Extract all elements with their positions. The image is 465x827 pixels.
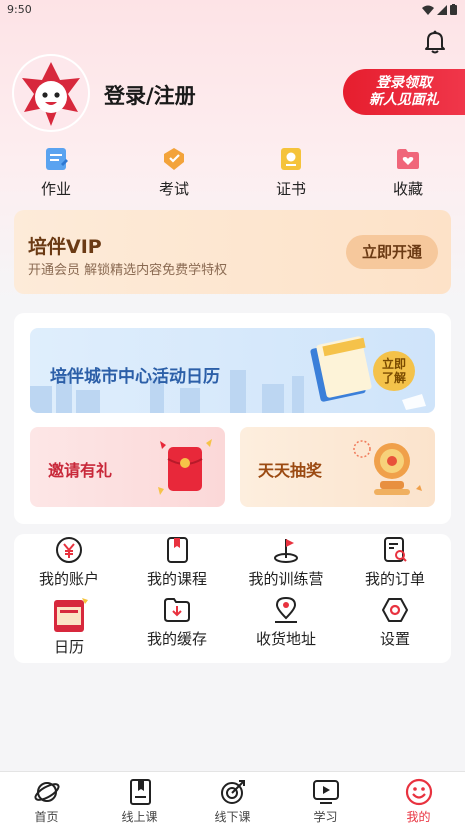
quick-favorite-label: 收藏 <box>392 180 423 198</box>
quick-exam[interactable]: 考试 <box>139 146 209 199</box>
menu-shipping-address[interactable]: 收货地址 <box>236 596 336 649</box>
quick-exam-label: 考试 <box>158 180 189 198</box>
tab-study[interactable]: 学习 <box>279 778 372 825</box>
tab-study-label: 学习 <box>313 810 338 824</box>
tab-home[interactable]: 首页 <box>0 778 93 825</box>
login-register-link[interactable]: 登录/注册 <box>104 80 196 110</box>
battery-icon <box>450 4 457 15</box>
tab-mine-label: 我的 <box>406 810 431 824</box>
invite-reward-label: 邀请有礼 <box>48 461 113 480</box>
lottery-wheel-icon <box>353 440 422 495</box>
learn-more-line-1: 立即 <box>381 357 406 371</box>
menu-calendar[interactable]: 日历 <box>19 596 119 657</box>
favorite-icon <box>397 149 419 169</box>
smiley-profile-icon <box>405 778 432 806</box>
location-icon <box>275 596 297 623</box>
tab-offline-courses-label: 线下课 <box>214 810 251 824</box>
menu-my-account[interactable]: 我的账户 <box>19 536 119 589</box>
menu-settings[interactable]: 设置 <box>345 596 445 649</box>
learn-more-badge[interactable]: 立即 了解 <box>373 351 415 391</box>
vip-activate-button[interactable]: 立即开通 <box>346 235 438 269</box>
camp-flag-icon <box>274 539 298 563</box>
status-time: 9:50 <box>7 3 32 16</box>
home-planet-icon <box>33 782 60 802</box>
menu-my-account-label: 我的账户 <box>38 570 99 588</box>
tab-online-courses[interactable]: 线上课 <box>93 778 186 825</box>
daily-lottery-label: 天天抽奖 <box>258 461 323 480</box>
order-search-icon <box>384 537 407 562</box>
tab-home-label: 首页 <box>34 810 59 824</box>
menu-my-downloads-label: 我的缓存 <box>146 630 207 648</box>
menu-my-orders[interactable]: 我的订单 <box>345 536 445 589</box>
vip-title: 培伴VIP <box>28 236 102 258</box>
vip-subtitle: 开通会员 解锁精选内容免费学特权 <box>28 263 228 278</box>
quick-certificate-label: 证书 <box>275 180 306 198</box>
online-course-icon <box>129 779 151 805</box>
quick-homework-label: 作业 <box>40 180 71 198</box>
daily-lottery-card[interactable]: 天天抽奖 <box>240 427 435 507</box>
menu-my-orders-label: 我的订单 <box>364 570 425 588</box>
wifi-icon <box>422 5 434 15</box>
menu-my-courses[interactable]: 我的课程 <box>127 536 227 589</box>
download-folder-icon <box>164 598 190 622</box>
my-services-panel: 我的账户 我的课程 我的训练营 我的订单 日历 我的缓存 收货地址 设置 <box>14 534 451 663</box>
menu-my-camp[interactable]: 我的训练营 <box>236 536 336 589</box>
mascot-avatar-icon <box>14 56 88 130</box>
activity-calendar-banner[interactable]: 培伴城市中心活动日历 立即 了解 <box>30 328 435 413</box>
exam-icon <box>164 148 184 170</box>
menu-calendar-label: 日历 <box>53 638 84 656</box>
learn-more-line-2: 了解 <box>381 371 406 385</box>
menu-shipping-address-label: 收货地址 <box>255 630 316 648</box>
promo-line-1: 登录领取 <box>376 75 432 91</box>
status-icons <box>422 4 457 15</box>
offline-target-icon <box>220 780 245 804</box>
notification-bell-icon[interactable] <box>424 30 446 54</box>
quick-favorite[interactable]: 收藏 <box>373 146 443 199</box>
invite-reward-card[interactable]: 邀请有礼 <box>30 427 225 507</box>
menu-settings-label: 设置 <box>379 630 410 648</box>
activity-calendar-title: 培伴城市中心活动日历 <box>50 367 220 387</box>
play-video-icon <box>312 780 339 804</box>
promo-line-2: 新人见面礼 <box>369 92 439 108</box>
course-book-icon <box>167 537 188 563</box>
new-user-gift-banner[interactable]: 登录领取 新人见面礼 <box>343 69 465 115</box>
quick-homework[interactable]: 作业 <box>21 146 91 199</box>
tab-offline-courses[interactable]: 线下课 <box>186 778 279 825</box>
menu-my-camp-label: 我的训练营 <box>248 570 324 588</box>
menu-my-downloads[interactable]: 我的缓存 <box>127 596 227 649</box>
tab-online-courses-label: 线上课 <box>121 810 158 824</box>
signal-icon <box>437 4 447 15</box>
avatar[interactable] <box>14 56 88 130</box>
wallet-icon <box>56 537 82 563</box>
menu-my-courses-label: 我的课程 <box>146 570 207 588</box>
bottom-tab-bar: 首页 线上课 线下课 学习 我的 <box>0 771 465 827</box>
quick-certificate[interactable]: 证书 <box>256 146 326 199</box>
activity-panel: 培伴城市中心活动日历 立即 了解 邀请有礼 天天抽奖 <box>14 313 451 524</box>
certificate-icon <box>281 148 301 170</box>
calendar-icon <box>54 598 88 632</box>
tab-mine[interactable]: 我的 <box>372 778 465 825</box>
quick-actions: 作业 考试 证书 收藏 <box>0 146 465 202</box>
vip-card[interactable]: 培伴VIP 开通会员 解锁精选内容免费学特权 立即开通 <box>14 210 451 294</box>
red-envelope-icon <box>158 439 212 495</box>
homework-icon <box>46 148 68 170</box>
status-bar: 9:50 <box>0 0 465 20</box>
settings-icon <box>382 598 408 622</box>
